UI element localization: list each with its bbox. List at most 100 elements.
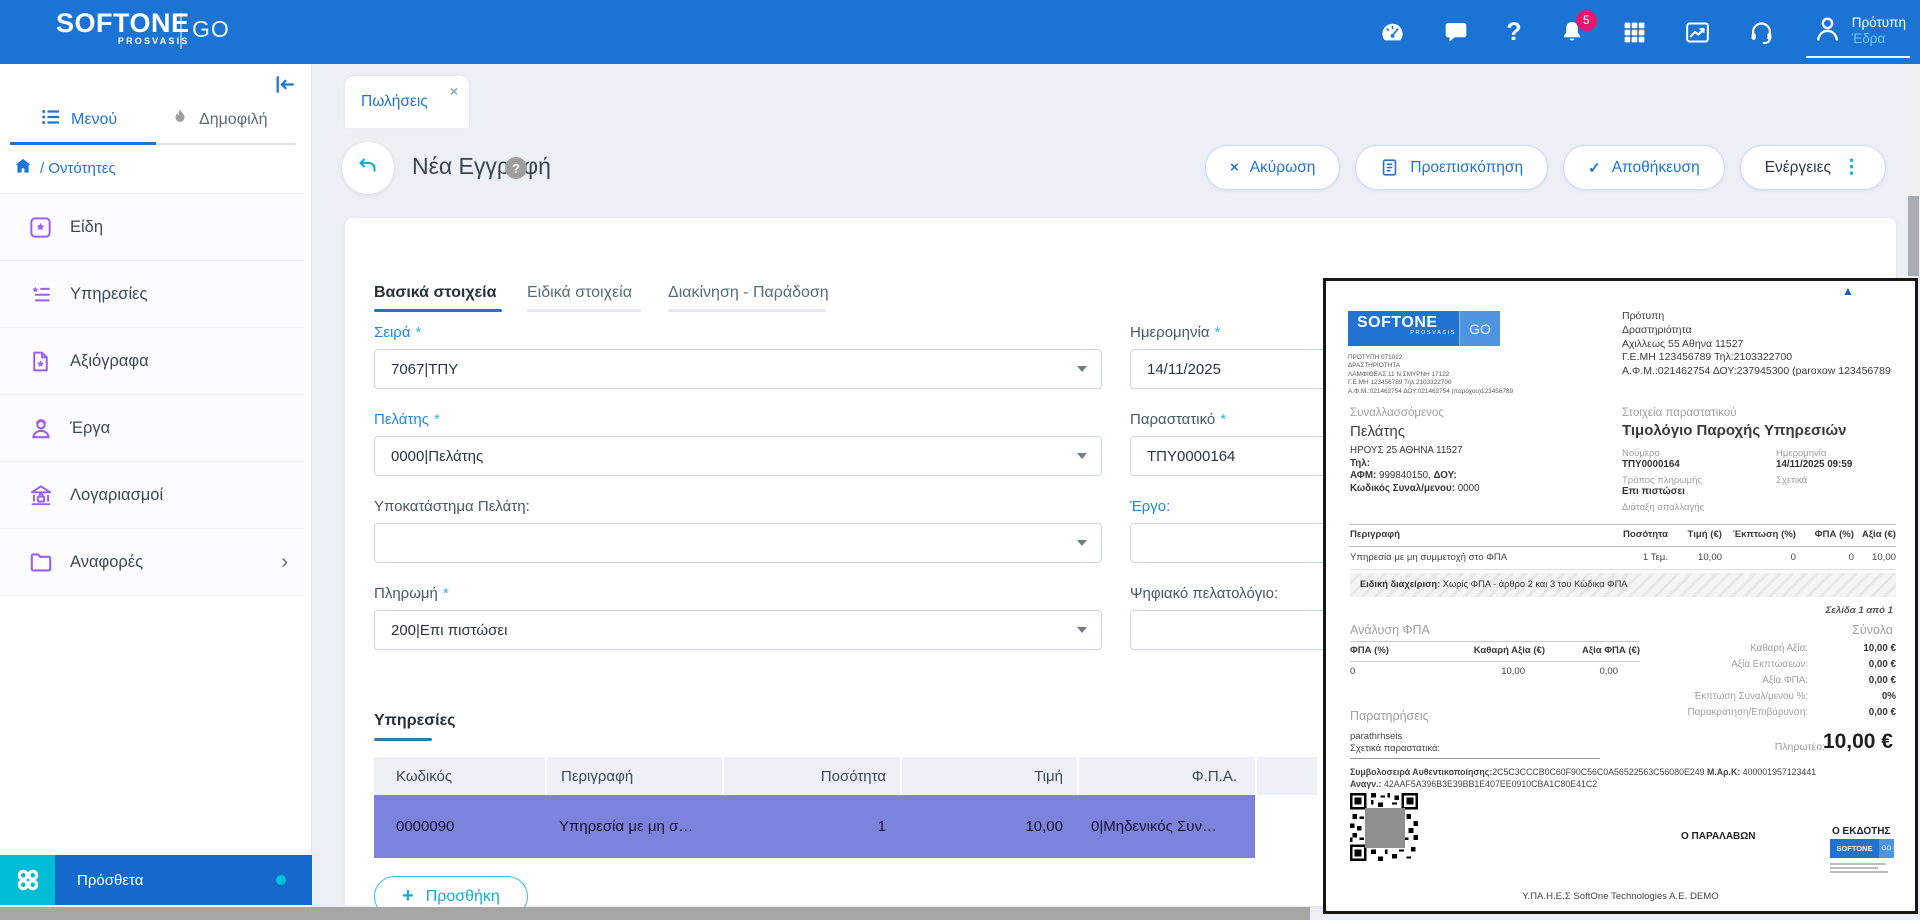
sidebar-item-label: Υπηρεσίες bbox=[70, 285, 147, 304]
project-label: Έργο: bbox=[1130, 498, 1170, 515]
undo-arrow-icon bbox=[356, 154, 380, 183]
col-header-description[interactable]: Περιγραφή bbox=[545, 757, 722, 795]
addons-bar[interactable]: Πρόσθετα bbox=[0, 855, 312, 905]
cancel-button[interactable]: × Ακύρωση bbox=[1205, 145, 1340, 190]
app-logo[interactable]: SOFTONE PROSVASIS bbox=[56, 10, 190, 46]
horizontal-scrollbar[interactable] bbox=[0, 907, 1310, 920]
col-header-quantity[interactable]: Ποσότητα bbox=[722, 757, 900, 795]
customer-label: Πελάτης* bbox=[374, 411, 440, 428]
doc-number-label: Νούμερο bbox=[1622, 448, 1660, 459]
divider bbox=[1350, 641, 1640, 642]
sidebar-item-label: Έργα bbox=[70, 419, 110, 438]
sidebar-collapse-icon[interactable] bbox=[272, 72, 297, 102]
form-tab-delivery[interactable]: Διακίνηση - Παράδοση bbox=[668, 284, 829, 302]
payable-value: 10,00 € bbox=[1823, 730, 1893, 754]
invoice-logo: SOFTONE PROSVASIS GO bbox=[1348, 311, 1500, 346]
support-headset-icon[interactable] bbox=[1748, 19, 1775, 46]
doc-date-label: Ημερομηνία bbox=[1776, 448, 1826, 459]
chevron-down-icon bbox=[1077, 453, 1087, 459]
chevron-right-icon: › bbox=[281, 551, 288, 574]
addons-label: Πρόσθετα bbox=[77, 872, 143, 889]
invoice-doc-title: Τιμολόγιο Παροχής Υπηρεσιών bbox=[1622, 422, 1847, 439]
chevron-down-icon bbox=[1077, 540, 1087, 546]
col-header-code[interactable]: Κωδικός bbox=[374, 757, 545, 795]
divider bbox=[1350, 661, 1640, 662]
date-input[interactable]: 14/11/2025 bbox=[1130, 349, 1342, 389]
preview-button[interactable]: Προεπισκόπηση bbox=[1355, 145, 1548, 190]
payment-value: 200|Επι πιστώσει bbox=[391, 622, 507, 639]
tab-close-icon[interactable]: × bbox=[450, 83, 458, 99]
series-select[interactable]: 7067|ΤΠΥ bbox=[374, 349, 1102, 389]
customer-value: 0000|Πελάτης bbox=[391, 448, 483, 465]
col-header-price[interactable]: Τιμή bbox=[900, 757, 1077, 795]
dashboard-speedometer-icon[interactable] bbox=[1379, 19, 1406, 46]
form-tab-basic-underline bbox=[374, 309, 502, 312]
apps-grid-icon[interactable] bbox=[1622, 20, 1647, 45]
notifications-bell-icon[interactable]: 5 bbox=[1559, 19, 1585, 45]
service-list-icon bbox=[28, 282, 54, 307]
sidebar-item-items[interactable]: Είδη bbox=[0, 194, 304, 261]
customer-select[interactable]: 0000|Πελάτης bbox=[374, 436, 1102, 476]
form-tab-basic[interactable]: Βασικά στοιχεία bbox=[374, 284, 496, 302]
help-icon[interactable]: ? bbox=[1506, 18, 1521, 47]
digital-clientele-input[interactable] bbox=[1130, 610, 1342, 650]
invoice-issuer-small-block: ΠΡΟΤΥΠΗ 071022 ΔΡΑΣΤΗΡΙΟΤΗΤΑ ΛΑΜΦΙΘΕΑΣ 1… bbox=[1348, 354, 1513, 396]
payment-select[interactable]: 200|Επι πιστώσει bbox=[374, 610, 1102, 650]
col-header-vat[interactable]: Φ.Π.Α. bbox=[1077, 757, 1255, 795]
services-underline bbox=[374, 738, 432, 741]
page-note: Σελίδα 1 από 1 bbox=[1826, 605, 1893, 616]
chat-icon[interactable] bbox=[1443, 19, 1469, 45]
flame-icon bbox=[170, 106, 190, 133]
cell-vat: 0|Μηδενικός Συν… bbox=[1077, 795, 1255, 858]
breadcrumb[interactable]: / Οντότητες bbox=[13, 156, 116, 181]
vertical-scrollbar-thumb[interactable] bbox=[1908, 196, 1919, 276]
sidebar-item-projects[interactable]: Έργα bbox=[0, 395, 304, 462]
project-select[interactable] bbox=[1130, 523, 1342, 563]
favorites-tab-underline bbox=[156, 143, 296, 145]
counterpart-details: ΗΡΟΥΣ 25 ΑΘΗΝΑ 11527 Τηλ: ΑΦΜ: 999840150… bbox=[1350, 445, 1480, 495]
divider bbox=[1350, 569, 1896, 570]
sidebar-tab-menu[interactable]: Μενού bbox=[40, 106, 117, 133]
app-window: SOFTONE PROSVASIS GO ? 5 bbox=[0, 0, 1920, 920]
vat-analysis-heading: Ανάλυση ΦΠΑ bbox=[1350, 623, 1430, 637]
service-row-selected[interactable]: 0000090 Υπηρεσία με μη σ… 1 10,00 0|Μηδε… bbox=[374, 795, 1255, 858]
notes-text: parathrhseis bbox=[1350, 731, 1402, 742]
date-value: 14/11/2025 bbox=[1147, 361, 1221, 378]
addons-status-dot bbox=[276, 875, 286, 885]
sidebar-item-reports[interactable]: Αναφορές › bbox=[0, 529, 304, 596]
date-label: Ημερομηνία* bbox=[1130, 324, 1220, 341]
form-tab-special[interactable]: Ειδικά στοιχεία bbox=[527, 284, 632, 302]
vat-table-header: ΦΠΑ (%) Καθαρή Αξία (€) Αξία ΦΠΑ (€) bbox=[1350, 645, 1640, 656]
logo-softone-text: SOFTONE bbox=[56, 10, 190, 36]
customer-branch-select[interactable] bbox=[374, 523, 1102, 563]
sidebar-tab-favorites[interactable]: Δημοφιλή bbox=[170, 106, 268, 133]
document-number-input[interactable]: ΤΠΥ0000164 bbox=[1130, 436, 1342, 476]
back-button[interactable] bbox=[342, 142, 394, 194]
digital-clientele-label: Ψηφιακό πελατολόγιο: bbox=[1130, 585, 1278, 602]
analytics-chart-icon[interactable] bbox=[1684, 19, 1711, 46]
payment-label: Πληρωμή* bbox=[374, 585, 449, 602]
divider bbox=[1350, 758, 1600, 759]
document-number-label: Παραστατικό* bbox=[1130, 411, 1226, 428]
recognition-line: Αναγν.: 42AAF5A396B3E39BB1E407EE0910CBA1… bbox=[1350, 779, 1896, 789]
save-button[interactable]: ✓ Αποθήκευση bbox=[1563, 145, 1725, 190]
user-account-button[interactable]: Πρότυπη Έδρα bbox=[1812, 13, 1906, 51]
user-name: Πρότυπη bbox=[1852, 15, 1906, 31]
sidebar-item-label: Είδη bbox=[70, 218, 103, 237]
workspace-tab-sales[interactable]: Πωλήσεις × bbox=[345, 76, 469, 128]
scroll-up-icon[interactable]: ▲ bbox=[1842, 284, 1854, 298]
form-tab-special-underline bbox=[527, 309, 641, 312]
user-branch: Έδρα bbox=[1852, 31, 1906, 47]
sidebar-item-services[interactable]: Υπηρεσίες bbox=[0, 261, 304, 328]
more-actions-button[interactable]: Ενέργειες ⋮ bbox=[1740, 145, 1886, 190]
signature-receiver: Ο ΠΑΡΑΛΑΒΩΝ bbox=[1681, 831, 1756, 842]
sidebar-item-notes[interactable]: Αξιόγραφα bbox=[0, 328, 304, 395]
sidebar-item-accounts[interactable]: Λογαριασμοί bbox=[0, 462, 304, 529]
kebab-menu-icon: ⋮ bbox=[1842, 156, 1861, 179]
page-help-icon[interactable]: ? bbox=[505, 157, 527, 179]
cancel-x-icon: × bbox=[1230, 159, 1239, 176]
top-navbar: SOFTONE PROSVASIS GO ? 5 bbox=[0, 0, 1920, 64]
cell-description: Υπηρεσία με μη σ… bbox=[545, 795, 722, 858]
logo-divider bbox=[180, 13, 182, 49]
preview-label: Προεπισκόπηση bbox=[1410, 159, 1523, 177]
